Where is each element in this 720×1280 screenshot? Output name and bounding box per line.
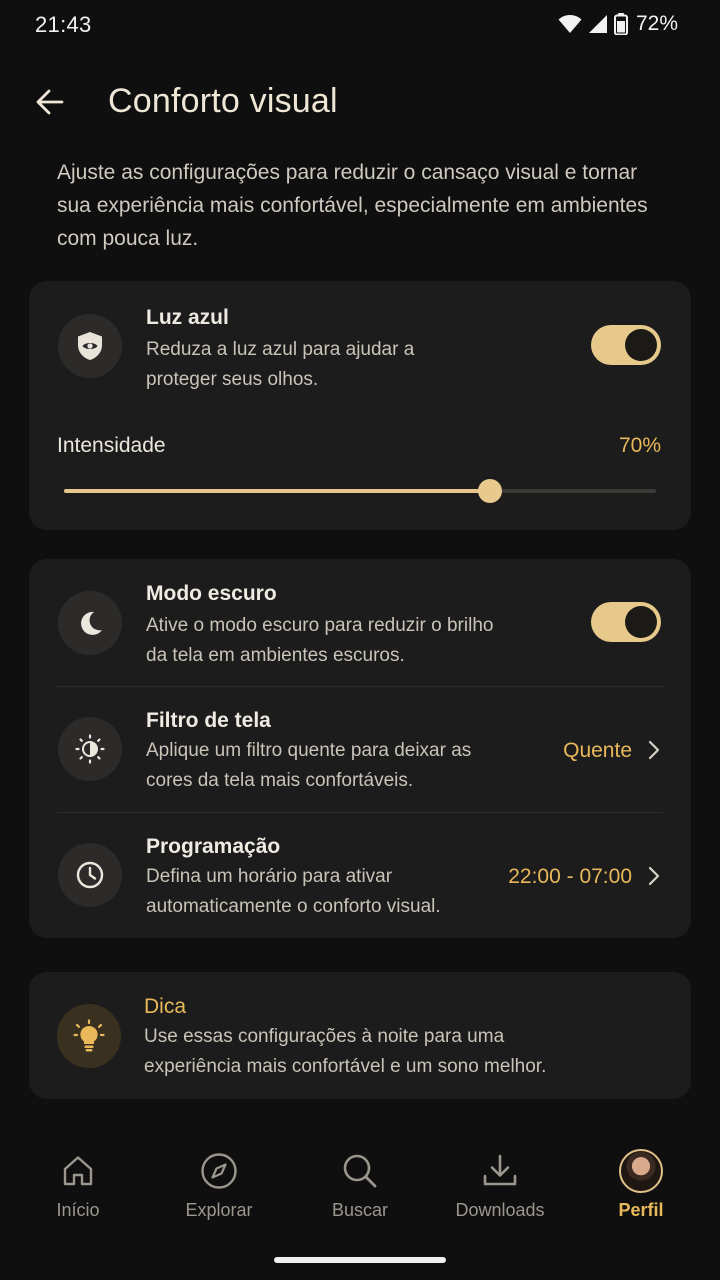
blue-light-title: Luz azul xyxy=(146,306,229,329)
tip-description: Use essas configurações à noite para uma… xyxy=(144,1026,547,1077)
nav-item-downloads[interactable]: Downloads xyxy=(440,1148,560,1228)
blue-light-toggle[interactable] xyxy=(591,325,661,365)
nav-label: Downloads xyxy=(455,1200,545,1220)
dark-mode-title: Modo escuro xyxy=(146,582,277,605)
search-icon xyxy=(337,1148,383,1194)
screen-filter-row[interactable]: Filtro de tela Aplique um filtro quente … xyxy=(29,687,691,812)
tip-card: Dica Use essas configurações à noite par… xyxy=(29,972,691,1099)
intensity-slider[interactable] xyxy=(64,479,656,503)
battery-percent: 72% xyxy=(635,12,678,35)
schedule-row[interactable]: Programação Defina um horário para ativa… xyxy=(29,813,691,938)
schedule-value: 22:00 - 07:00 xyxy=(508,865,632,888)
nav-label: Início xyxy=(56,1200,100,1220)
status-icons: 72% xyxy=(558,12,678,36)
back-button[interactable] xyxy=(28,80,72,124)
shield-eye-icon xyxy=(58,314,122,378)
nav-label: Perfil xyxy=(618,1200,664,1220)
avatar-wrapper xyxy=(618,1148,664,1194)
intensity-label: Intensidade xyxy=(57,434,166,457)
chevron-right-icon xyxy=(648,866,660,886)
battery-icon xyxy=(613,13,628,35)
blue-light-card: Luz azul Reduza a luz azul para ajudar a… xyxy=(29,281,691,530)
compass-icon xyxy=(196,1148,242,1194)
status-time: 21:43 xyxy=(35,12,92,37)
status-bar: 21:43 72% xyxy=(0,0,720,50)
nav-item-explorar[interactable]: Explorar xyxy=(159,1148,279,1228)
dark-mode-toggle[interactable] xyxy=(591,602,661,642)
dark-mode-description: Ative o modo escuro para reduzir o brilh… xyxy=(146,615,494,666)
toggle-knob xyxy=(625,606,657,638)
cell-signal-icon xyxy=(588,15,607,33)
screen-filter-value: Quente xyxy=(563,739,632,762)
toggle-knob xyxy=(625,329,657,361)
screen: 21:43 72% Conforto visual Ajuste as conf… xyxy=(0,0,720,1280)
clock-icon xyxy=(58,843,122,907)
schedule-description: Defina um horário para ativar automatica… xyxy=(146,866,441,917)
display-settings-card: Modo escuro Ative o modo escuro para red… xyxy=(29,559,691,938)
slider-thumb[interactable] xyxy=(478,479,503,503)
nav-item-inicio[interactable]: Início xyxy=(18,1148,138,1228)
screen-filter-title: Filtro de tela xyxy=(146,709,271,732)
nav-label: Explorar xyxy=(185,1200,253,1220)
home-icon xyxy=(55,1148,101,1194)
tip-title: Dica xyxy=(144,995,187,1018)
moon-icon xyxy=(58,591,122,655)
chevron-right-icon xyxy=(648,740,660,760)
nav-item-perfil[interactable]: Perfil xyxy=(581,1148,701,1228)
lightbulb-icon xyxy=(57,1004,121,1068)
intensity-value: 70% xyxy=(618,434,661,457)
schedule-title: Programação xyxy=(146,835,281,858)
arrow-left-icon xyxy=(36,89,64,115)
intro-text: Ajuste as configurações para reduzir o c… xyxy=(57,161,648,250)
nav-label: Buscar xyxy=(331,1200,389,1220)
sun-filter-icon xyxy=(58,717,122,781)
nav-item-buscar[interactable]: Buscar xyxy=(300,1148,420,1228)
home-indicator[interactable] xyxy=(274,1257,446,1263)
wifi-icon xyxy=(558,15,582,33)
screen-filter-description: Aplique um filtro quente para deixar as … xyxy=(146,740,472,791)
blue-light-description: Reduza a luz azul para ajudar a proteger… xyxy=(146,339,415,390)
page-title: Conforto visual xyxy=(108,82,338,120)
avatar xyxy=(619,1149,663,1193)
slider-fill xyxy=(64,489,491,493)
download-icon xyxy=(477,1148,523,1194)
